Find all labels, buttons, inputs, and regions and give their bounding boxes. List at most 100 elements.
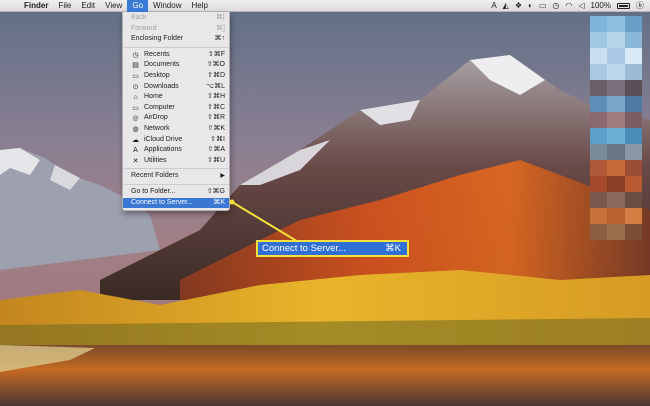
menu-edit[interactable]: Edit xyxy=(76,0,100,12)
battery-icon[interactable] xyxy=(617,3,630,9)
menu-item-label: Forward xyxy=(131,24,157,32)
applications-icon: A xyxy=(133,147,138,155)
go-menu-item-go-to-folder[interactable]: Go to Folder... ⇧⌘G xyxy=(123,187,229,198)
menu-item-label: Home xyxy=(144,93,163,101)
airplay-display-icon[interactable]: ▭ xyxy=(539,0,547,12)
menu-help[interactable]: Help xyxy=(186,0,212,12)
documents-icon: ▤ xyxy=(132,62,139,70)
desktop-wallpaper xyxy=(0,0,650,406)
menu-item-shortcut: ⌘↑ xyxy=(214,35,226,43)
wifi-icon[interactable]: ◠ xyxy=(565,0,572,12)
go-menu-item-network[interactable]: ◍ Network ⇧⌘K xyxy=(123,124,229,135)
menu-item-label: Documents xyxy=(144,61,180,69)
go-menu-item-forward[interactable]: Forward ⌘] xyxy=(123,24,229,35)
pixelated-block-row xyxy=(590,192,642,208)
go-menu-item-home[interactable]: ⌂ Home ⇧⌘H xyxy=(123,92,229,103)
menu-item-shortcut: ⇧⌘I xyxy=(210,135,225,143)
menu-item-label: Connect to Server... xyxy=(131,198,193,206)
menu-separator xyxy=(123,168,229,170)
recents-icon: ◷ xyxy=(132,51,139,59)
go-menu-item-back[interactable]: Back ⌘[ xyxy=(123,13,229,24)
pixelated-block-row xyxy=(590,96,642,112)
menu-item-shortcut: ⇧⌘D xyxy=(207,71,225,79)
downloads-icon: ⊙ xyxy=(132,83,139,91)
go-menu-item-icloud-drive[interactable]: ☁ iCloud Drive ⇧⌘I xyxy=(123,135,229,146)
time-machine-icon[interactable]: ◷ xyxy=(552,0,559,12)
pixelated-block-row xyxy=(590,112,642,128)
menu-item-label: Recents xyxy=(144,50,170,58)
menu-separator xyxy=(123,183,229,185)
menu-item-label: Computer xyxy=(144,103,175,111)
home-icon: ⌂ xyxy=(133,94,138,102)
go-menu-item-applications[interactable]: A Applications ⇧⌘A xyxy=(123,145,229,156)
menu-item-shortcut: ⌘] xyxy=(216,24,225,32)
pixelated-block-row xyxy=(590,176,642,192)
pixelated-block-row xyxy=(590,160,642,176)
submenu-arrow-icon: ▶ xyxy=(220,173,225,180)
status-area: A ◭ ❖ ◐ ▭ ◷ ◠ ◁ 100% ⓑ xyxy=(491,0,650,12)
go-menu-item-utilities[interactable]: ✕ Utilities ⇧⌘U xyxy=(123,156,229,167)
go-menu-item-documents[interactable]: ▤ Documents ⇧⌘O xyxy=(123,60,229,71)
menu-item-label: Downloads xyxy=(144,82,179,90)
utilities-icon: ✕ xyxy=(132,157,139,165)
go-menu-item-downloads[interactable]: ⊙ Downloads ⌥⌘L xyxy=(123,82,229,93)
menu-item-label: iCloud Drive xyxy=(144,135,183,143)
go-menu-item-desktop[interactable]: ▭ Desktop ⇧⌘D xyxy=(123,71,229,82)
pixelated-block-row xyxy=(590,208,642,224)
pixelated-block-row xyxy=(590,80,642,96)
airdrop-icon: ◎ xyxy=(132,115,139,123)
callout-highlight[interactable]: Connect to Server... ⌘K xyxy=(258,242,407,255)
adobe-icon[interactable]: A xyxy=(491,0,496,12)
menu-item-shortcut: ⇧⌘R xyxy=(207,114,225,122)
menu-finder[interactable]: Finder xyxy=(18,0,53,12)
callout-label: Connect to Server... xyxy=(262,243,346,254)
menu-item-label: Back xyxy=(131,14,147,21)
connect-to-server-callout: Connect to Server... ⌘K xyxy=(256,240,409,257)
menu-item-shortcut: ⇧⌘K xyxy=(207,124,225,132)
pixelated-block-row xyxy=(590,32,642,48)
menu-item-label: Utilities xyxy=(144,156,167,164)
icloud-icon: ☁ xyxy=(132,136,139,144)
airplay-icon[interactable]: ◭ xyxy=(503,0,509,12)
go-menu-item-connect-to-server[interactable]: Connect to Server... ⌘K xyxy=(123,197,229,209)
menu-separator xyxy=(123,46,229,48)
menu-item-shortcut: ⇧⌘H xyxy=(207,93,225,101)
menu-item-shortcut: ⌥⌘L xyxy=(206,82,225,90)
volume-icon[interactable]: ◁ xyxy=(578,0,584,12)
dropbox-icon[interactable]: ❖ xyxy=(515,0,522,12)
go-menu: Back ⌘[ Forward ⌘] Enclosing Folder ⌘↑ ◷ Recent… xyxy=(122,12,230,212)
menu-window[interactable]: Window xyxy=(148,0,186,12)
menu-item-label: Applications xyxy=(144,146,182,154)
menu-item-label: Enclosing Folder xyxy=(131,35,184,43)
flux-icon[interactable]: ◐ xyxy=(528,0,533,12)
menu-bar: Finder File Edit View Go Window Help A ◭… xyxy=(0,0,650,12)
menu-item-label: Desktop xyxy=(144,71,170,79)
pixelated-block-row xyxy=(590,128,642,144)
menu-item-shortcut: ⇧⌘F xyxy=(207,50,225,58)
pixelated-block-row xyxy=(590,64,642,80)
menu-file[interactable]: File xyxy=(53,0,76,12)
menu-item-shortcut: ⇧⌘C xyxy=(207,103,225,111)
menu-item-label: Go to Folder... xyxy=(131,187,176,195)
callout-shortcut: ⌘K xyxy=(385,243,401,254)
menu-view[interactable]: View xyxy=(100,0,127,12)
menu-item-label: AirDrop xyxy=(144,114,168,122)
menu-go[interactable]: Go xyxy=(127,0,149,12)
pixelated-block-row xyxy=(590,48,642,64)
go-menu-item-enclosing-folder[interactable]: Enclosing Folder ⌘↑ xyxy=(123,34,229,45)
go-menu-item-recent-folders[interactable]: Recent Folders ▶ xyxy=(123,171,229,182)
network-icon: ◍ xyxy=(132,125,139,133)
go-menu-item-airdrop[interactable]: ◎ AirDrop ⇧⌘R xyxy=(123,113,229,124)
go-menu-item-computer[interactable]: ▭ Computer ⇧⌘C xyxy=(123,103,229,114)
pixelated-dock-strip xyxy=(590,16,642,240)
pixelated-block-row xyxy=(590,224,642,240)
menu-item-shortcut: ⇧⌘U xyxy=(207,156,225,164)
menu-item-shortcut: ⌘[ xyxy=(216,14,225,21)
computer-icon: ▭ xyxy=(132,104,139,112)
menu-item-shortcut: ⌘K xyxy=(213,198,225,206)
menu-item-shortcut: ⇧⌘A xyxy=(207,146,225,154)
go-menu-item-recents[interactable]: ◷ Recents ⇧⌘F xyxy=(123,50,229,61)
bluetooth-icon[interactable]: ⓑ xyxy=(636,0,644,12)
battery-percent[interactable]: 100% xyxy=(591,0,611,12)
pixelated-block-row xyxy=(590,16,642,32)
